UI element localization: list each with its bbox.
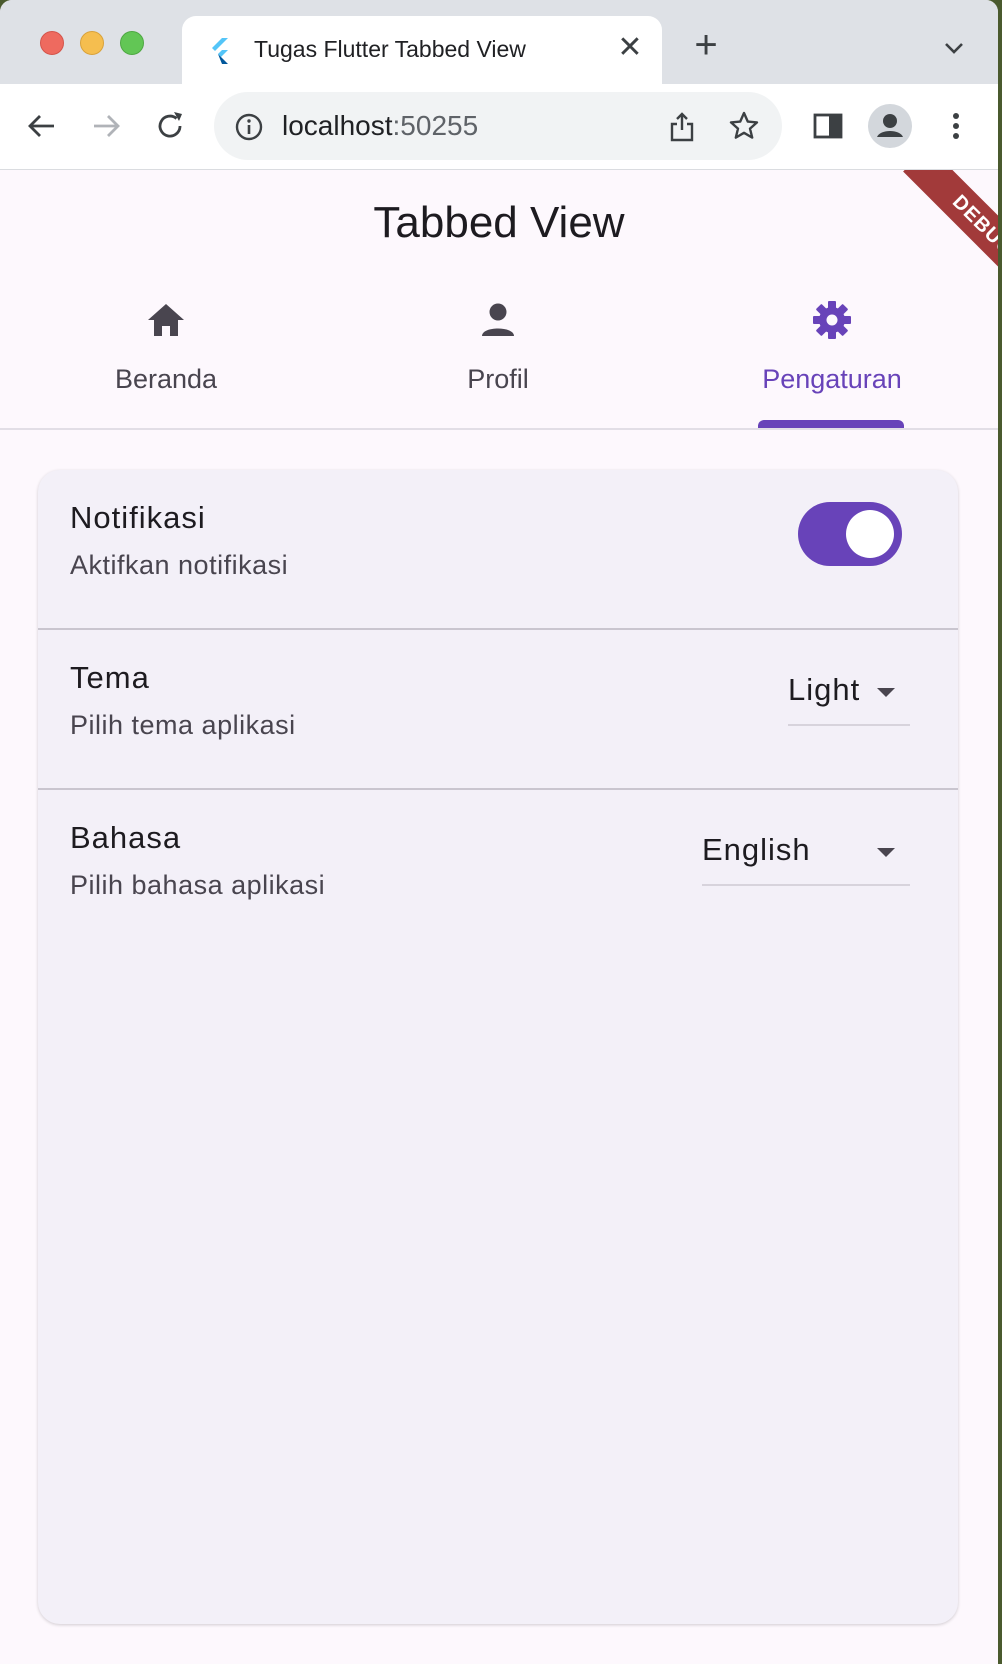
theme-title: Tema [70, 660, 150, 695]
browser-tab-active[interactable]: Tugas Flutter Tabbed View ✕ [182, 16, 662, 84]
language-dropdown-value: English [702, 832, 811, 867]
url-port: :50255 [392, 110, 479, 141]
tab-pengaturan[interactable]: Pengaturan [666, 288, 998, 430]
tab-profil[interactable]: Profil [332, 288, 664, 430]
profile-avatar-icon[interactable] [868, 104, 912, 148]
tab-beranda[interactable]: Beranda [0, 288, 332, 430]
language-dropdown[interactable]: English [702, 826, 910, 886]
flutter-logo-icon [212, 38, 228, 64]
dropdown-caret-icon [877, 688, 895, 697]
back-arrow-icon[interactable] [22, 106, 62, 146]
share-icon[interactable] [666, 110, 698, 144]
tab-beranda-label: Beranda [114, 364, 218, 394]
new-tab-button[interactable]: + [688, 25, 724, 65]
app-tab-bar: Beranda Profil Pengaturan [0, 288, 998, 430]
settings-row-language: Bahasa Pilih bahasa aplikasi English [38, 790, 958, 950]
settings-row-theme: Tema Pilih tema aplikasi Light [38, 630, 958, 790]
notifications-title: Notifikasi [70, 500, 206, 535]
settings-row-notifications: Notifikasi Aktifkan notifikasi [38, 470, 958, 630]
dropdown-caret-icon [877, 848, 895, 857]
tab-close-icon[interactable]: ✕ [614, 32, 646, 64]
theme-dropdown-value: Light [788, 672, 861, 707]
tab-search-chevron-icon[interactable] [940, 34, 968, 62]
more-menu-icon[interactable] [936, 106, 976, 146]
language-title: Bahasa [70, 820, 182, 855]
site-info-icon[interactable] [234, 112, 264, 142]
maximize-window-button[interactable] [120, 31, 144, 55]
toggle-thumb [846, 510, 894, 558]
active-tab-indicator [758, 420, 904, 428]
notifications-toggle[interactable] [798, 502, 902, 566]
flutter-app: Tabbed View DEBUG Beranda Profil Pengatu… [0, 170, 998, 1664]
theme-subtitle: Pilih tema aplikasi [70, 710, 296, 740]
gear-icon [813, 301, 851, 339]
tab-profil-label: Profil [467, 364, 529, 394]
language-subtitle: Pilih bahasa aplikasi [70, 870, 326, 900]
notifications-subtitle: Aktifkan notifikasi [70, 550, 289, 580]
reload-icon[interactable] [150, 106, 190, 146]
settings-card: Notifikasi Aktifkan notifikasi Tema Pili… [38, 470, 958, 1624]
close-window-button[interactable] [40, 31, 64, 55]
page-title: Tabbed View [373, 198, 625, 247]
tab-strip: Tugas Flutter Tabbed View ✕ + [0, 0, 998, 84]
theme-dropdown[interactable]: Light [788, 666, 910, 726]
browser-toolbar: localhost:50255 [0, 84, 998, 170]
browser-window: Tugas Flutter Tabbed View ✕ + localhost:… [0, 0, 998, 1664]
minimize-window-button[interactable] [80, 31, 104, 55]
home-icon [148, 304, 184, 336]
forward-arrow-icon[interactable] [86, 106, 126, 146]
browser-tab-title: Tugas Flutter Tabbed View [254, 36, 526, 62]
person-icon [482, 303, 514, 336]
side-panel-icon[interactable] [808, 106, 848, 146]
url-host: localhost [282, 110, 393, 141]
address-bar[interactable]: localhost:50255 [214, 92, 782, 160]
url-text[interactable]: localhost:50255 [282, 110, 478, 142]
bookmark-star-icon[interactable] [728, 110, 760, 142]
tab-pengaturan-label: Pengaturan [762, 364, 902, 394]
